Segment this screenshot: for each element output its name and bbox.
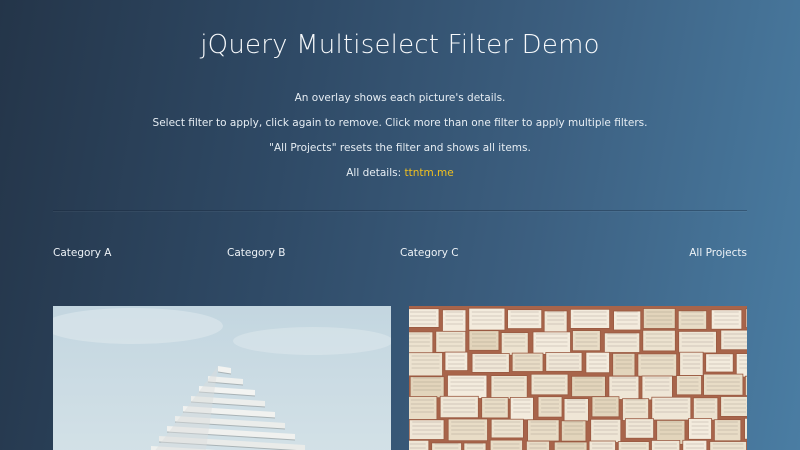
book-page [642, 308, 676, 329]
book-page [642, 329, 676, 352]
book-page [553, 441, 588, 450]
book-page [543, 310, 568, 335]
book-page [563, 398, 589, 422]
book-page [409, 419, 445, 440]
book-page [624, 418, 654, 439]
books-image [409, 306, 747, 450]
book-page [509, 397, 534, 421]
book-page [571, 375, 606, 398]
book-page [590, 418, 622, 443]
book-page [409, 331, 434, 355]
description-filter-usage: Select filter to apply, click again to r… [152, 117, 648, 129]
book-page [530, 373, 569, 396]
book-page [490, 375, 528, 400]
book-page [735, 353, 747, 378]
filter-all-projects[interactable]: All Projects [689, 247, 747, 259]
book-page [585, 351, 610, 374]
book-page [588, 440, 616, 450]
book-page [545, 352, 583, 372]
book-page [710, 309, 743, 330]
book-page [442, 309, 467, 334]
filter-category-b[interactable]: Category B [227, 247, 286, 259]
book-page [603, 332, 641, 353]
book-page [409, 376, 445, 399]
book-page [641, 375, 673, 401]
book-page [676, 375, 702, 396]
book-page [526, 440, 550, 450]
book-page [692, 397, 719, 421]
building-image [53, 306, 391, 450]
book-page [527, 419, 560, 442]
book-page [613, 310, 642, 331]
book-page [532, 331, 571, 355]
page-title: jQuery Multiselect Filter Demo [200, 30, 600, 60]
book-page [637, 353, 677, 377]
book-page [447, 374, 488, 399]
book-page [612, 353, 636, 377]
book-page [560, 420, 587, 442]
gallery-item-books[interactable] [409, 306, 747, 450]
book-page [703, 373, 744, 396]
divider [53, 210, 747, 211]
book-page [500, 332, 529, 356]
gallery-item-building[interactable] [53, 306, 391, 450]
filter-category-a[interactable]: Category A [53, 247, 111, 259]
book-page [651, 396, 692, 421]
book-page [468, 330, 500, 351]
book-page [617, 441, 650, 450]
book-page [688, 418, 712, 440]
book-page [682, 439, 708, 450]
filter-category-c[interactable]: Category C [400, 247, 459, 259]
book-page [409, 439, 430, 450]
description-overlay: An overlay shows each picture's details. [294, 92, 506, 104]
book-page [608, 375, 640, 400]
details-link[interactable]: ttntm.me [404, 167, 453, 179]
book-page [468, 307, 506, 331]
details-prefix: All details: [346, 167, 402, 179]
book-page [720, 396, 747, 417]
book-page [720, 329, 747, 351]
book-page [409, 308, 440, 328]
book-page [489, 439, 523, 450]
book-page [745, 308, 747, 328]
book-page [651, 439, 681, 450]
book-page [572, 330, 601, 352]
book-page [744, 417, 747, 440]
book-page [439, 395, 479, 419]
description-reset: "All Projects" resets the filter and sho… [269, 142, 531, 154]
book-page [744, 375, 747, 396]
book-page [507, 309, 543, 329]
book-page [622, 398, 650, 421]
book-page [471, 353, 510, 373]
details-line: All details: ttntm.me [0, 167, 800, 179]
book-page [705, 353, 734, 373]
book-page [709, 441, 747, 450]
